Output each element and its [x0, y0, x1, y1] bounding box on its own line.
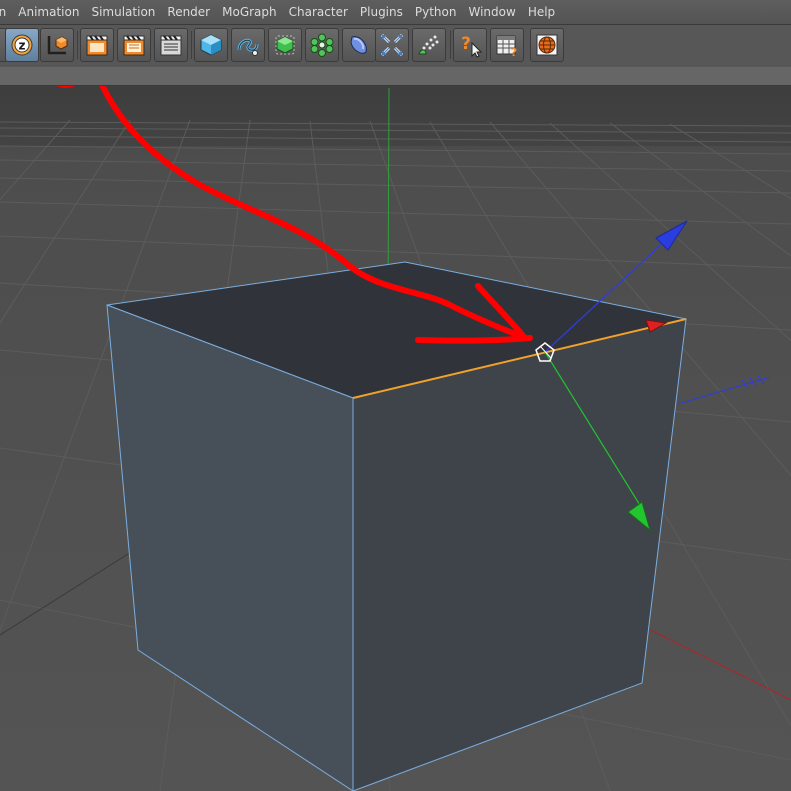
help-pointer-button[interactable]: ?	[453, 28, 487, 62]
deformer-icon	[350, 36, 367, 54]
menu-item-help[interactable]: Help	[522, 0, 561, 24]
render-view-button[interactable]	[80, 28, 114, 62]
render-picture-viewer-icon	[123, 35, 145, 56]
particle-emitter-button[interactable]	[412, 28, 446, 62]
shadow-line	[0, 539, 151, 636]
cube-object-icon	[200, 34, 222, 56]
spline-pen-button[interactable]	[231, 28, 265, 62]
world-coordinate-z-icon: z	[11, 34, 33, 56]
particle-emitter-icon	[418, 35, 439, 55]
viewport-canvas	[0, 86, 791, 791]
array-object-button[interactable]	[305, 28, 339, 62]
render-picture-viewer-button[interactable]	[117, 28, 151, 62]
globe-icon	[536, 34, 558, 56]
3d-viewport[interactable]	[0, 86, 791, 791]
help-pointer-icon: ?	[461, 34, 483, 58]
cube-object[interactable]	[106, 261, 687, 791]
array-object-icon	[310, 33, 334, 57]
world-coordinate-button[interactable]: z	[5, 28, 39, 62]
render-settings-icon	[160, 35, 182, 56]
svg-text:?: ?	[461, 34, 471, 54]
menu-item-python[interactable]: Python	[409, 0, 463, 24]
svg-text:z: z	[19, 39, 26, 53]
menu-bar: ion Animation Simulation Render MoGraph …	[0, 0, 791, 25]
svg-text:?: ?	[511, 46, 517, 58]
viewport-header	[0, 67, 791, 86]
scene-environment-icon	[380, 33, 404, 57]
menu-item-selection[interactable]: ion	[0, 0, 12, 24]
menu-item-plugins[interactable]: Plugins	[354, 0, 409, 24]
menu-item-render[interactable]: Render	[161, 0, 216, 24]
menu-item-window[interactable]: Window	[462, 0, 521, 24]
menu-item-animation[interactable]: Animation	[12, 0, 85, 24]
layout-table-icon: ?	[496, 35, 517, 58]
world-z-indicator-label	[741, 375, 765, 389]
object-axis-icon	[47, 36, 68, 55]
world-z-indicator	[677, 376, 771, 405]
layout-table-button[interactable]: ?	[490, 28, 524, 62]
object-axis-button[interactable]	[40, 28, 74, 62]
subdivision-surface-button[interactable]	[268, 28, 302, 62]
menu-item-character[interactable]: Character	[283, 0, 354, 24]
cube-object-button[interactable]	[194, 28, 228, 62]
globe-button[interactable]	[530, 28, 564, 62]
menu-item-mograph[interactable]: MoGraph	[216, 0, 283, 24]
spline-pen-icon	[237, 38, 259, 56]
cube-right-face[interactable]	[352, 318, 687, 791]
deformer-button[interactable]	[342, 28, 376, 62]
render-settings-button[interactable]	[154, 28, 188, 62]
render-view-icon	[86, 35, 108, 56]
menu-item-simulation[interactable]: Simulation	[85, 0, 161, 24]
toolbar: z ? ?	[0, 25, 791, 67]
subdivision-surface-icon	[275, 35, 295, 55]
annotation-arrow-shaft	[415, 335, 533, 344]
scene-environment-button[interactable]	[375, 28, 409, 62]
